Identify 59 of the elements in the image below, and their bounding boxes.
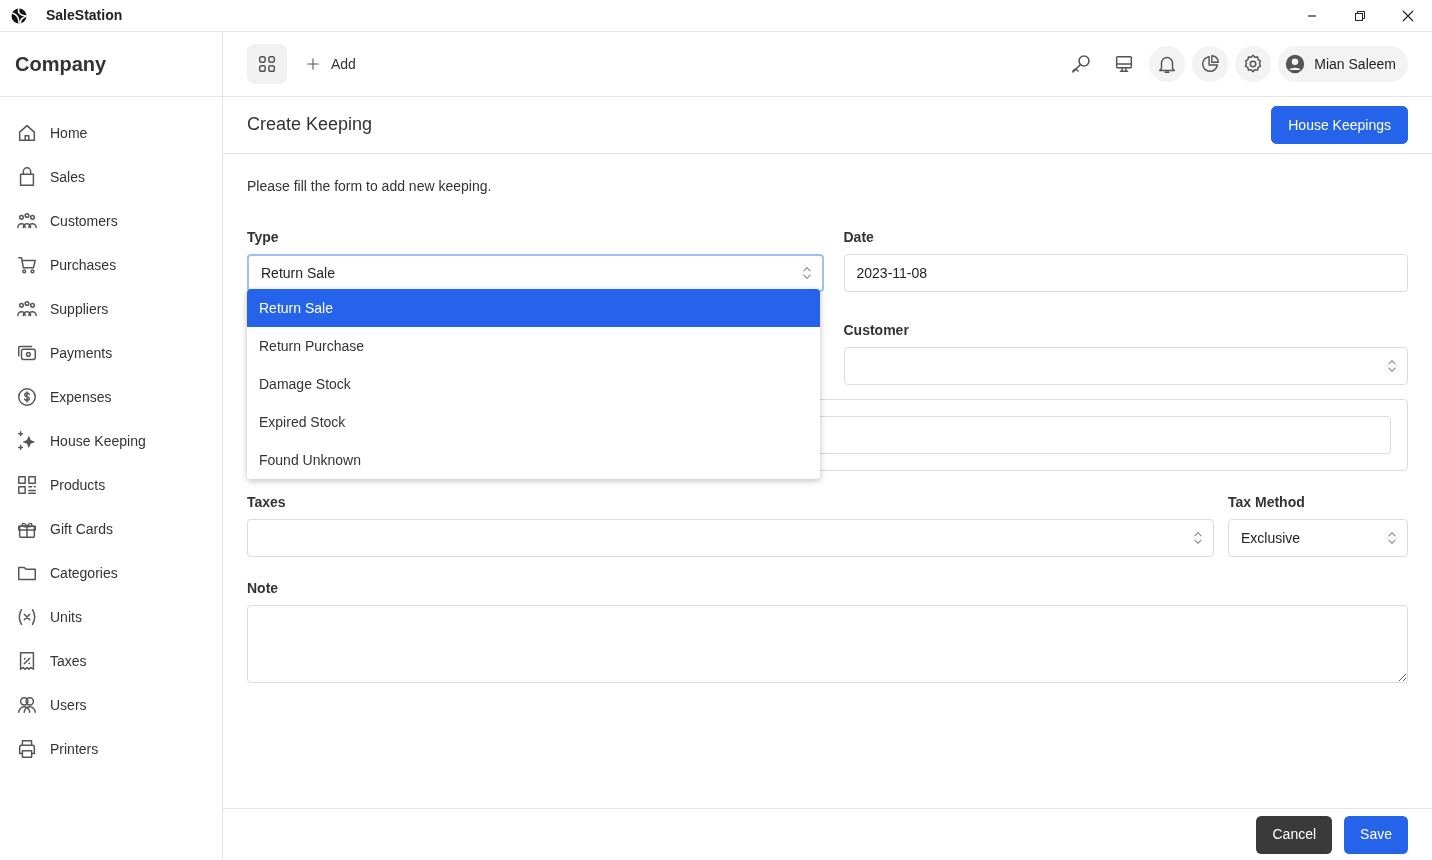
cancel-button[interactable]: Cancel [1256,815,1333,854]
sidebar-item[interactable]: Taxes [0,639,222,683]
save-button[interactable]: Save [1344,815,1408,854]
date-field[interactable]: 2023-11-08 [843,254,1408,292]
form-intro: Please fill the form to add new keeping. [247,177,492,196]
sidebar-item[interactable]: Gift Cards [0,507,222,551]
field-label: Customer [843,321,910,340]
sidebar-item[interactable]: Users [0,683,222,727]
dropdown-option[interactable]: Expired Stock [247,403,820,441]
field-label: Date [843,228,875,247]
house-icon [16,122,38,144]
plus-icon [305,56,321,72]
apps-grid-button[interactable] [247,44,287,84]
qr-code-icon [16,474,38,496]
dropdown-option[interactable]: Damage Stock [247,365,820,403]
add-button[interactable]: Add [297,47,364,81]
up-down-chevron-icon [1385,531,1399,545]
sidebar-item[interactable]: Payments [0,331,222,375]
sidebar-item[interactable]: Sales [0,155,222,199]
field-label: Tax Method [1228,493,1306,512]
note-field[interactable] [247,605,1408,683]
page-title: Create Keeping [247,114,373,136]
printer-icon [16,738,38,760]
dropdown-option[interactable]: Found Unknown [247,441,820,479]
sidebar-title: Company [15,52,107,77]
user-avatar-icon [1284,53,1307,75]
pie-chart-icon [1199,53,1222,75]
up-down-chevron-icon [1385,359,1399,373]
cart-icon [16,254,38,276]
sidebar-item[interactable]: Units [0,595,222,639]
field-label: Note [247,579,280,598]
house-keepings-button[interactable]: House Keepings [1271,106,1408,144]
people-icon [16,694,38,716]
sidebar-item[interactable]: Expenses [0,375,222,419]
app-title: SaleStation [46,6,123,25]
dropdown-option[interactable]: Return Purchase [247,327,820,365]
tax-method-select[interactable]: Exclusive [1228,519,1408,557]
notifications-button[interactable] [1149,46,1186,82]
sidebar-item[interactable]: Suppliers [0,287,222,331]
up-down-chevron-icon [1191,531,1205,545]
sidebar-item[interactable]: House Keeping [0,419,222,463]
close-icon [1402,9,1414,22]
field-label: Type [247,228,280,247]
sidebar-item[interactable]: Home [0,111,222,155]
dropdown-option[interactable]: Return Sale [247,289,820,327]
sidebar-item[interactable]: Products [0,463,222,507]
dollar-coin-icon [16,386,38,408]
reports-button[interactable] [1192,46,1229,82]
field-label: Taxes [247,493,287,512]
sidebar-item[interactable]: Purchases [0,243,222,287]
restore-icon [1354,9,1366,22]
sidebar-item[interactable]: Categories [0,551,222,595]
grid-icon [256,53,278,75]
user-menu-button[interactable]: Mian Saleem [1278,46,1408,82]
variable-icon [16,606,38,628]
sidebar-item[interactable]: Printers [0,727,222,771]
sidebar-item[interactable]: Customers [0,199,222,243]
settings-button[interactable] [1235,46,1272,82]
aperture-logo-icon [10,6,28,25]
